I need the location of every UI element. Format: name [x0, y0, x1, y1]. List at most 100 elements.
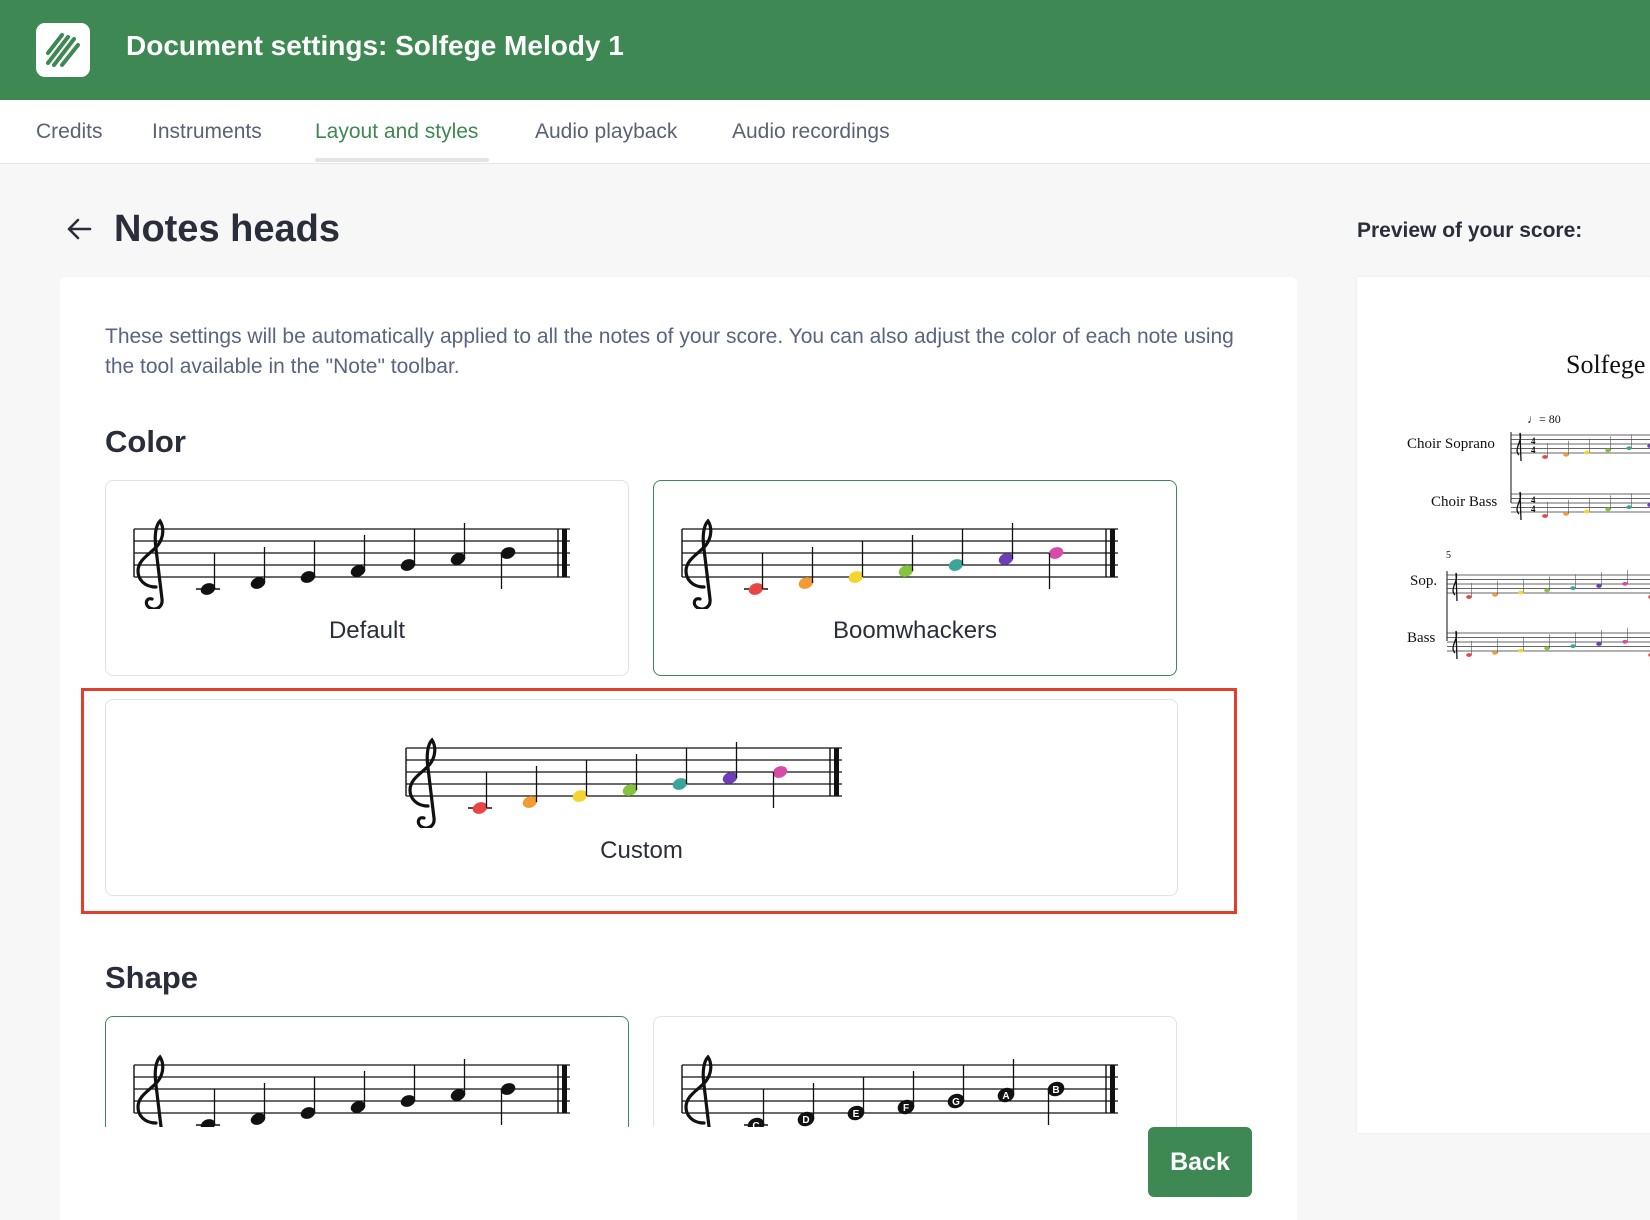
- hatched-logo-icon[interactable]: [36, 23, 90, 77]
- preview-staff: 44: [1511, 432, 1650, 462]
- settings-tabs: Credits Instruments Layout and styles Au…: [0, 100, 1650, 164]
- preview-note: [1596, 642, 1602, 646]
- mini-treble-clef-icon: [1452, 630, 1458, 660]
- staff-name-bass: Bass: [1407, 630, 1436, 646]
- note-head: [572, 760, 588, 802]
- note-head: [772, 766, 788, 808]
- color-option-default[interactable]: Default: [105, 480, 629, 676]
- time-signature: 4: [1531, 445, 1536, 455]
- preview-staff: [1447, 627, 1650, 660]
- mini-treble-clef-icon: [1516, 432, 1522, 462]
- note-head: D: [797, 1083, 815, 1127]
- note-head: [500, 1083, 516, 1125]
- note-head: [250, 1083, 266, 1125]
- note-head: [522, 766, 538, 808]
- note-head: G: [947, 1065, 965, 1109]
- staff-name-choir-bass: Choir Bass: [1431, 494, 1498, 510]
- back-button[interactable]: Back: [1148, 1127, 1252, 1197]
- preview-note: [1622, 581, 1628, 586]
- preview-note: [1466, 653, 1472, 657]
- note-head: [672, 748, 688, 790]
- preview-note: [1584, 509, 1590, 514]
- preview-note: [1605, 507, 1611, 512]
- document-title: Document settings: Solfege Melody 1: [126, 30, 624, 61]
- tab-instruments[interactable]: Instruments: [152, 120, 262, 144]
- preview-note: [1563, 452, 1569, 457]
- default-staff-example: [133, 518, 570, 609]
- note-head: A: [997, 1059, 1015, 1103]
- custom-staff-example: [405, 737, 842, 828]
- preview-staff: 44: [1511, 491, 1650, 521]
- app-header: Document settings: Solfege Melody 1: [0, 0, 1650, 100]
- time-signature: 4: [1531, 504, 1536, 514]
- preview-note: [1542, 455, 1548, 459]
- preview-label: Preview of your score:: [1357, 219, 1583, 242]
- preview-staff-system: 4444: [1446, 432, 1650, 660]
- tempo-mark: ♩= 80: [1527, 412, 1561, 427]
- preview-note: [1544, 646, 1550, 651]
- measure-number: 5: [1446, 550, 1451, 561]
- note-head: [798, 547, 814, 589]
- preview-note: [1570, 586, 1576, 591]
- note-head: [400, 529, 416, 571]
- note-head: [250, 547, 266, 589]
- staff-name-choir-soprano: Choir Soprano: [1407, 436, 1495, 452]
- preview-note: [1518, 648, 1524, 653]
- preview-note: [1584, 450, 1590, 455]
- note-head: F: [897, 1071, 915, 1115]
- preview-note: [1518, 590, 1524, 595]
- tab-audio-playback[interactable]: Audio playback: [535, 120, 677, 144]
- note-head: [722, 742, 738, 784]
- settings-description: These settings will be automatically app…: [105, 325, 1234, 378]
- note-head: [622, 754, 638, 796]
- mini-treble-clef-icon: [1516, 491, 1522, 521]
- note-letter: A: [1002, 1091, 1009, 1102]
- preview-note: [1605, 448, 1611, 453]
- note-head: [350, 535, 366, 577]
- arrow-left-icon[interactable]: [64, 214, 94, 244]
- note-head: [1048, 547, 1064, 589]
- staff-name-sop: Sop.: [1410, 573, 1438, 589]
- color-option-label: Default: [328, 617, 406, 644]
- color-section-heading: Color: [105, 424, 186, 459]
- color-option-label: Boomwhackers: [832, 617, 998, 644]
- preview-note: [1626, 505, 1632, 510]
- preview-note: [1492, 650, 1498, 655]
- note-letter: B: [1052, 1085, 1059, 1096]
- note-head: E: [847, 1077, 865, 1121]
- tab-credits[interactable]: Credits: [36, 120, 103, 144]
- note-head: [196, 553, 220, 595]
- tempo-value: = 80: [1539, 412, 1561, 426]
- note-head: [350, 1071, 366, 1113]
- boomwhackers-staff-example: [681, 518, 1118, 609]
- note-head: [450, 523, 466, 565]
- note-head: [898, 535, 914, 577]
- preview-note: [1596, 584, 1602, 588]
- quarter-note-icon: ♩: [1527, 412, 1539, 426]
- active-tab-indicator: [315, 158, 489, 162]
- note-head: [300, 541, 316, 583]
- preview-note: [1622, 639, 1628, 644]
- preview-note: [1466, 595, 1472, 599]
- note-head: B: [1047, 1081, 1065, 1125]
- color-option-boomwhackers[interactable]: Boomwhackers: [653, 480, 1177, 676]
- preview-staff: [1447, 569, 1650, 602]
- panel-scroll-fade: [60, 1127, 1297, 1220]
- note-head: [500, 547, 516, 589]
- preview-note: [1492, 592, 1498, 597]
- preview-note: [1626, 446, 1632, 451]
- mini-treble-clef-icon: [1452, 572, 1458, 602]
- color-option-label: Custom: [600, 837, 683, 864]
- note-head: [300, 1077, 316, 1119]
- note-letter: D: [802, 1115, 809, 1126]
- note-head: [450, 1059, 466, 1101]
- note-letter: F: [903, 1103, 909, 1114]
- note-head: [998, 523, 1014, 565]
- tab-layout-and-styles[interactable]: Layout and styles: [315, 120, 478, 144]
- note-head: [744, 553, 768, 595]
- note-head: [948, 529, 964, 571]
- tab-audio-recordings[interactable]: Audio recordings: [732, 120, 890, 144]
- preview-note: [1570, 644, 1576, 649]
- preview-note: [1563, 511, 1569, 516]
- color-option-custom[interactable]: Custom: [105, 699, 1178, 896]
